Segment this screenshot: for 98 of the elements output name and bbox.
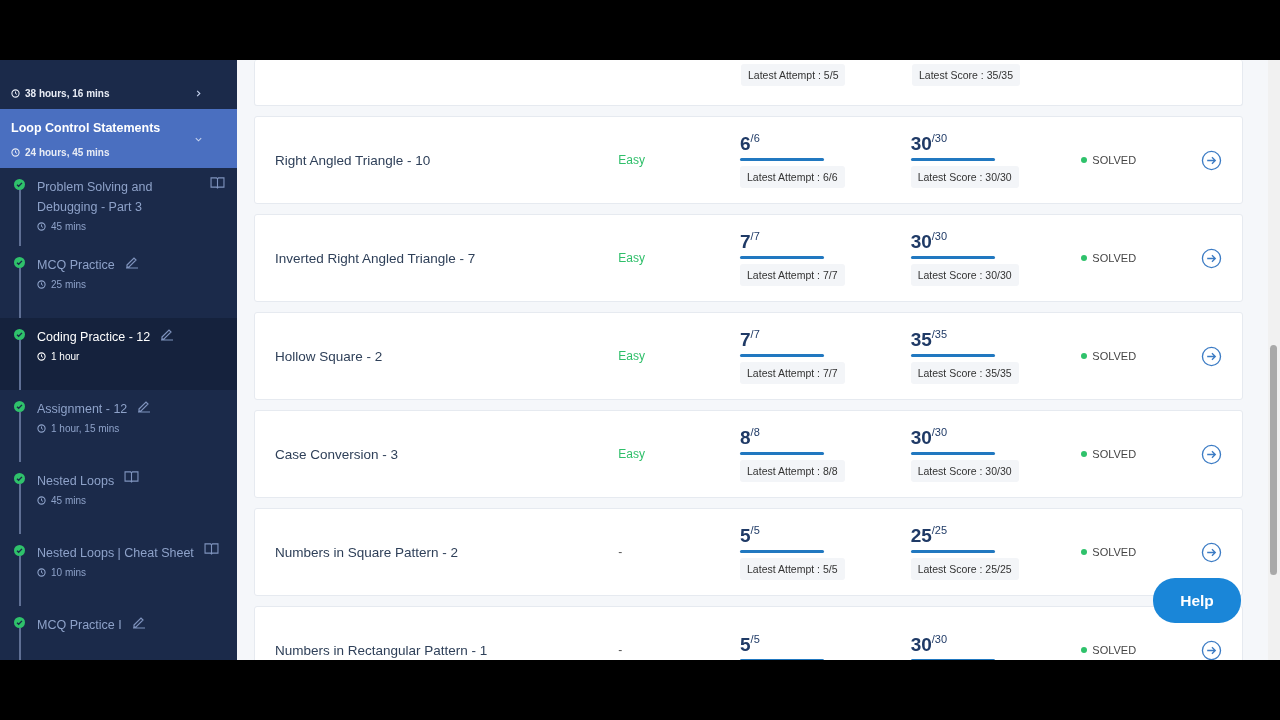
module-duration: 38 hours, 16 mins bbox=[11, 88, 110, 99]
chevron-right-icon[interactable] bbox=[194, 89, 203, 98]
clock-icon bbox=[37, 568, 46, 577]
sidebar-item[interactable]: Problem Solving and Debugging - Part 3 45 mins bbox=[0, 168, 237, 246]
sidebar-item[interactable]: Nested Loops | Cheat Sheet 10 mins bbox=[0, 534, 237, 606]
latest-score-label: Latest Score : 30/30 bbox=[910, 165, 1019, 188]
pencil-icon[interactable] bbox=[131, 615, 146, 629]
difficulty-label: Easy bbox=[618, 447, 645, 461]
pencil-icon[interactable] bbox=[124, 255, 139, 269]
sidebar-item[interactable]: Assignment - 12 1 hour, 15 mins bbox=[0, 390, 237, 462]
difficulty-label: Easy bbox=[618, 349, 645, 363]
problem-name: Numbers in Rectangular Pattern - 1 bbox=[275, 642, 488, 658]
status-label: SOLVED bbox=[1081, 350, 1202, 362]
status-label: SOLVED bbox=[1081, 546, 1202, 558]
item-duration: 45 mins bbox=[37, 495, 225, 506]
arrow-right-icon[interactable] bbox=[1201, 443, 1222, 465]
score-value: 30$^{/30}$ bbox=[910, 426, 948, 449]
book-icon[interactable] bbox=[210, 177, 225, 189]
item-title: MCQ Practice I bbox=[37, 617, 122, 634]
clock-icon bbox=[37, 280, 46, 289]
problem-name: Right Angled Triangle - 10 bbox=[275, 152, 431, 168]
arrow-right-icon[interactable] bbox=[1201, 247, 1222, 269]
problem-name: Case Conversion - 3 bbox=[275, 446, 399, 462]
arrow-right-icon[interactable] bbox=[1201, 345, 1222, 367]
status-label: SOLVED bbox=[1081, 154, 1202, 166]
sidebar-item[interactable]: MCQ Practice 25 mins bbox=[0, 246, 237, 318]
arrow-right-icon[interactable] bbox=[1201, 639, 1222, 660]
book-icon[interactable] bbox=[124, 471, 140, 483]
module-header[interactable]: 38 hours, 16 mins bbox=[0, 60, 237, 109]
scrollbar[interactable] bbox=[1268, 60, 1280, 660]
pencil-icon[interactable] bbox=[160, 327, 175, 341]
item-duration: 25 mins bbox=[37, 279, 225, 290]
clock-icon bbox=[37, 222, 46, 231]
latest-score-label: Latest Score : 30/30 bbox=[910, 263, 1019, 286]
attempts-count: 7$^{/7}$ bbox=[740, 230, 760, 253]
score-value: 30$^{/30}$ bbox=[910, 633, 948, 656]
item-title: Nested Loops | Cheat Sheet bbox=[37, 545, 194, 562]
problem-card[interactable]: Inverted Right Angled Triangle - 7 Easy 7$^{/7}$ Latest Attempt : 7/7 30$^{/30}$ Latest Score : 30/30 SOLVED bbox=[254, 214, 1243, 302]
module-duration: 24 hours, 45 mins bbox=[11, 147, 161, 158]
sidebar-item[interactable]: Coding Practice - 12 1 hour bbox=[0, 318, 237, 390]
clock-icon bbox=[37, 424, 46, 433]
status-label: SOLVED bbox=[1081, 644, 1202, 656]
item-duration: 10 mins bbox=[37, 567, 225, 578]
book-icon[interactable] bbox=[203, 543, 219, 555]
problem-card[interactable]: Case Conversion - 3 Easy 8$^{/8}$ Latest Attempt : 8/8 30$^{/30}$ Latest Score : 30/30 SOLVED bbox=[254, 410, 1243, 498]
attempts-count: 8$^{/8}$ bbox=[740, 426, 760, 449]
sidebar-item[interactable]: MCQ Practice I bbox=[0, 606, 237, 660]
attempts-count: 5$^{/5}$ bbox=[740, 633, 760, 656]
clock-icon bbox=[11, 89, 20, 98]
sidebar-item[interactable]: Nested Loops 45 mins bbox=[0, 462, 237, 534]
attempts-count: 7$^{/7}$ bbox=[740, 328, 760, 351]
item-duration: 1 hour bbox=[37, 351, 225, 362]
item-title: Assignment - 12 bbox=[37, 401, 128, 418]
item-title: Problem Solving and Debugging - Part 3 bbox=[37, 179, 154, 216]
problem-name: Hollow Square - 2 bbox=[275, 348, 383, 364]
score-value: 35$^{/35}$ bbox=[910, 328, 948, 351]
latest-attempt-label: Latest Attempt : 6/6 bbox=[740, 165, 845, 188]
difficulty-label: Easy bbox=[618, 153, 645, 167]
score-value: 30$^{/30}$ bbox=[910, 230, 948, 253]
module-header[interactable]: Loop Control Statements 24 hours, 45 mins bbox=[0, 109, 237, 168]
latest-attempt-label: Latest Attempt : 5/5 bbox=[741, 64, 846, 86]
arrow-right-icon[interactable] bbox=[1201, 149, 1222, 171]
difficulty-label: Easy bbox=[618, 251, 645, 265]
attempts-count: 5$^{/5}$ bbox=[740, 524, 760, 547]
status-label: SOLVED bbox=[1081, 448, 1202, 460]
clock-icon bbox=[11, 148, 20, 157]
problem-card[interactable]: Numbers in Square Pattern - 2 - 5$^{/5}$ Latest Attempt : 5/5 25$^{/25}$ Latest Score : 25/25 SOLVED bbox=[254, 508, 1243, 596]
score-value: 30$^{/30}$ bbox=[910, 132, 948, 155]
latest-score-label: Latest Score : 35/35 bbox=[912, 64, 1020, 86]
difficulty-label: - bbox=[618, 545, 623, 559]
arrow-right-icon[interactable] bbox=[1201, 541, 1222, 563]
item-title: Coding Practice - 12 bbox=[37, 329, 151, 346]
module-title: Loop Control Statements bbox=[11, 121, 161, 135]
problem-card[interactable]: Latest Attempt : 5/5 Latest Score : 35/35 bbox=[254, 60, 1243, 106]
chevron-down-icon[interactable] bbox=[194, 135, 203, 144]
clock-icon bbox=[37, 496, 46, 505]
problem-name: Inverted Right Angled Triangle - 7 bbox=[275, 250, 476, 266]
pencil-icon[interactable] bbox=[137, 399, 152, 413]
score-value: 25$^{/25}$ bbox=[910, 524, 948, 547]
latest-score-label: Latest Score : 35/35 bbox=[910, 361, 1019, 384]
problem-card[interactable]: Hollow Square - 2 Easy 7$^{/7}$ Latest Attempt : 7/7 35$^{/35}$ Latest Score : 35/35 SOLVED bbox=[254, 312, 1243, 400]
difficulty-label: - bbox=[618, 643, 623, 657]
problem-card[interactable]: Right Angled Triangle - 10 Easy 6$^{/6}$ Latest Attempt : 6/6 30$^{/30}$ Latest Score : 30/30 SOLVED bbox=[254, 116, 1243, 204]
latest-attempt-label: Latest Attempt : 8/8 bbox=[740, 459, 845, 482]
latest-attempt-label: Latest Attempt : 7/7 bbox=[740, 263, 845, 286]
latest-score-label: Latest Score : 25/25 bbox=[910, 557, 1019, 580]
latest-attempt-label: Latest Attempt : 7/7 bbox=[740, 361, 845, 384]
attempts-count: 6$^{/6}$ bbox=[740, 132, 760, 155]
latest-score-label: Latest Score : 30/30 bbox=[910, 459, 1019, 482]
item-title: MCQ Practice bbox=[37, 257, 115, 274]
item-title: Nested Loops bbox=[37, 473, 115, 490]
item-duration: 1 hour, 15 mins bbox=[37, 423, 225, 434]
item-duration: 45 mins bbox=[37, 221, 225, 232]
help-button[interactable]: Help bbox=[1153, 578, 1241, 623]
problem-name: Numbers in Square Pattern - 2 bbox=[275, 544, 459, 560]
status-label: SOLVED bbox=[1081, 252, 1202, 264]
latest-attempt-label: Latest Attempt : 5/5 bbox=[740, 557, 845, 580]
clock-icon bbox=[37, 352, 46, 361]
